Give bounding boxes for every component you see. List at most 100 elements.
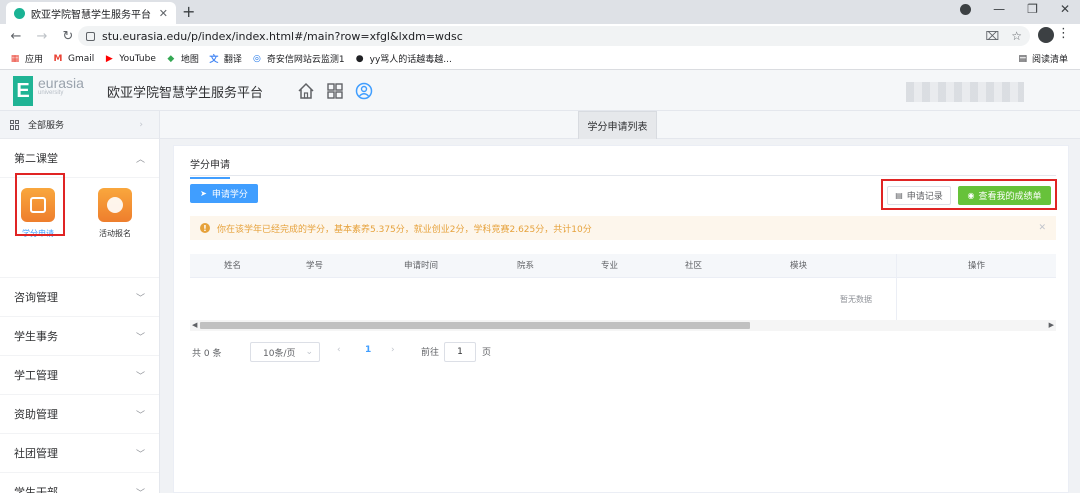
chevron-down-icon: ﹀ [135, 410, 145, 421]
chevron-down-icon: ﹀ [135, 371, 145, 382]
close-tab-icon[interactable]: ✕ [159, 7, 168, 20]
goto-page-input[interactable]: 1 [444, 342, 476, 362]
user-center-icon[interactable] [355, 82, 373, 100]
bookmark-label: Gmail [68, 53, 95, 64]
bookmark-item[interactable]: ● yy骂人的话越毒越... [355, 52, 452, 66]
col-name[interactable]: 姓名 [224, 254, 241, 278]
bookmark-label: yy骂人的话越毒越... [369, 55, 452, 65]
second-classroom-apps: 学分申请 活动报名 [0, 173, 159, 278]
chevron-down-icon: ﹀ [135, 449, 145, 460]
window-controls: — ❐ ✕ [960, 2, 1070, 16]
menu-group-consulting[interactable]: 咨询管理 ﹀ [0, 278, 159, 317]
credit-summary-alert: ! 你在该学年已经完成的学分，基本素养5.375分，就业创业2分，学科竞赛2.6… [190, 216, 1056, 240]
all-services-button[interactable]: 全部服务 › [0, 111, 159, 139]
translate-page-icon[interactable]: ⌧ [985, 29, 999, 43]
all-services-icon [10, 119, 20, 130]
logo[interactable]: E [13, 76, 33, 106]
maximize-icon[interactable]: ❐ [1027, 2, 1038, 16]
current-page[interactable]: 1 [365, 345, 371, 355]
page-unit-label: 页 [482, 348, 492, 358]
bookmark-star-icon[interactable]: ☆ [1011, 29, 1022, 43]
chevron-right-icon: › [139, 119, 143, 130]
menu-group-student-cadres[interactable]: 学生干部 ﹀ [0, 473, 159, 493]
page-size-select[interactable]: 10条/页 ⌄ [250, 342, 320, 362]
scroll-right-icon[interactable]: ▶ [1049, 320, 1054, 331]
bookmark-label: 奇安信网站云监测1 [266, 55, 345, 65]
browser-toolbar: ← → ↻ stu.eurasia.edu/p/index/index.html… [0, 24, 1080, 48]
chevron-down-icon: ﹀ [135, 332, 145, 343]
tile-activity-signup[interactable]: 活动报名 [89, 188, 141, 239]
bookmark-item[interactable]: ◆ 地图 [166, 52, 199, 66]
favicon-icon [14, 7, 25, 19]
forward-icon[interactable]: → [32, 29, 52, 44]
tab-underline [190, 175, 1056, 176]
col-community[interactable]: 社区 [685, 254, 702, 278]
menu-group-clubs[interactable]: 社团管理 ﹀ [0, 434, 159, 473]
browser-menu-icon[interactable]: ⋮ [1057, 26, 1070, 41]
menu-group-student-affairs[interactable]: 学生事务 ﹀ [0, 317, 159, 356]
reload-icon[interactable]: ↻ [58, 29, 78, 44]
menu-group-label: 资助管理 [14, 408, 58, 421]
app-title: 欧亚学院智慧学生服务平台 [107, 86, 264, 101]
menu-group-label: 社团管理 [14, 447, 58, 460]
browser-tab[interactable]: 欧亚学院智慧学生服务平台 ✕ [6, 2, 176, 24]
menu-group-student-work[interactable]: 学工管理 ﹀ [0, 356, 159, 395]
apps-grid-icon: ▦ [10, 53, 20, 64]
url-text: stu.eurasia.edu/p/index/index.html#/main… [102, 29, 463, 43]
col-department[interactable]: 院系 [517, 254, 534, 278]
bookmark-label: 应用 [25, 55, 44, 65]
col-student-id[interactable]: 学号 [306, 254, 323, 278]
bookmark-item[interactable]: M Gmail [53, 53, 95, 64]
browser-tab-bar: 欧亚学院智慧学生服务平台 ✕ + — ❐ ✕ [0, 0, 1080, 24]
user-info-blurred[interactable] [906, 82, 1024, 102]
prev-page-icon[interactable]: ‹ [337, 345, 341, 355]
tab-credit-apply-list[interactable]: 学分申请列表 [578, 111, 657, 139]
all-services-label: 全部服务 [28, 121, 65, 131]
warning-icon: ! [200, 223, 210, 233]
bookmark-item[interactable]: 文翻译 [209, 52, 242, 65]
bookmark-item[interactable]: ▶ YouTube [104, 54, 156, 64]
apps-grid-icon[interactable] [326, 82, 344, 100]
col-major[interactable]: 专业 [601, 254, 618, 278]
bookmark-item[interactable]: ▦ 应用 [10, 52, 44, 66]
actions-column-fixed [896, 254, 1056, 320]
shield-icon: ◎ [252, 53, 261, 64]
sidebar: 全部服务 › 第二课堂 ︿ 学分申请 活动报名 咨询管理 ﹀ 学生事务 ﹀ 学工… [0, 111, 160, 493]
translate-icon: 文 [209, 55, 219, 65]
col-module[interactable]: 模块 [790, 254, 807, 278]
address-bar[interactable]: stu.eurasia.edu/p/index/index.html#/main… [78, 26, 1030, 46]
close-window-icon[interactable]: ✕ [1060, 2, 1070, 16]
minimize-icon[interactable]: — [993, 2, 1005, 16]
menu-group-financial-aid[interactable]: 资助管理 ﹀ [0, 395, 159, 434]
bookmark-label: 地图 [180, 55, 199, 65]
new-tab-button[interactable]: + [182, 2, 195, 22]
home-icon[interactable] [297, 82, 315, 100]
scroll-left-icon[interactable]: ◀ [192, 320, 197, 331]
chevron-up-icon: ︿ [135, 154, 145, 165]
next-page-icon[interactable]: › [391, 345, 395, 355]
scrollbar-thumb[interactable] [200, 322, 750, 329]
chevron-down-icon: ﹀ [136, 486, 145, 493]
gmail-icon: M [53, 53, 63, 64]
link-icon: ● [355, 53, 364, 64]
highlight-box [15, 173, 65, 236]
bookmark-label: 翻译 [223, 55, 242, 65]
back-icon[interactable]: ← [6, 29, 26, 44]
bookmark-item[interactable]: ◎ 奇安信网站云监测1 [252, 52, 345, 66]
page-tabs-bar: 学分申请列表 [160, 111, 1080, 139]
record-indicator-icon [960, 3, 972, 15]
close-alert-icon[interactable]: ✕ [1038, 223, 1046, 233]
reading-list-icon: ▤ [1018, 53, 1027, 64]
menu-group-label: 学生事务 [14, 330, 58, 343]
horizontal-scrollbar[interactable]: ◀ ▶ [190, 320, 1056, 331]
profile-avatar-icon[interactable] [1038, 27, 1054, 43]
logo-text: eurasia university [38, 76, 84, 96]
col-apply-time[interactable]: 申请时间 [404, 254, 438, 278]
reading-list-button[interactable]: ▤ 阅读清单 [1018, 52, 1068, 66]
pagination: 共 0 条 10条/页 ⌄ ‹ 1 › 前往 1 页 [192, 342, 491, 362]
menu-group-label: 第二课堂 [14, 152, 58, 165]
apply-credit-button[interactable]: ➤ 申请学分 [190, 184, 258, 203]
activity-user-icon [98, 188, 132, 222]
youtube-icon: ▶ [105, 53, 113, 64]
page-size-value: 10条/页 [263, 348, 296, 359]
